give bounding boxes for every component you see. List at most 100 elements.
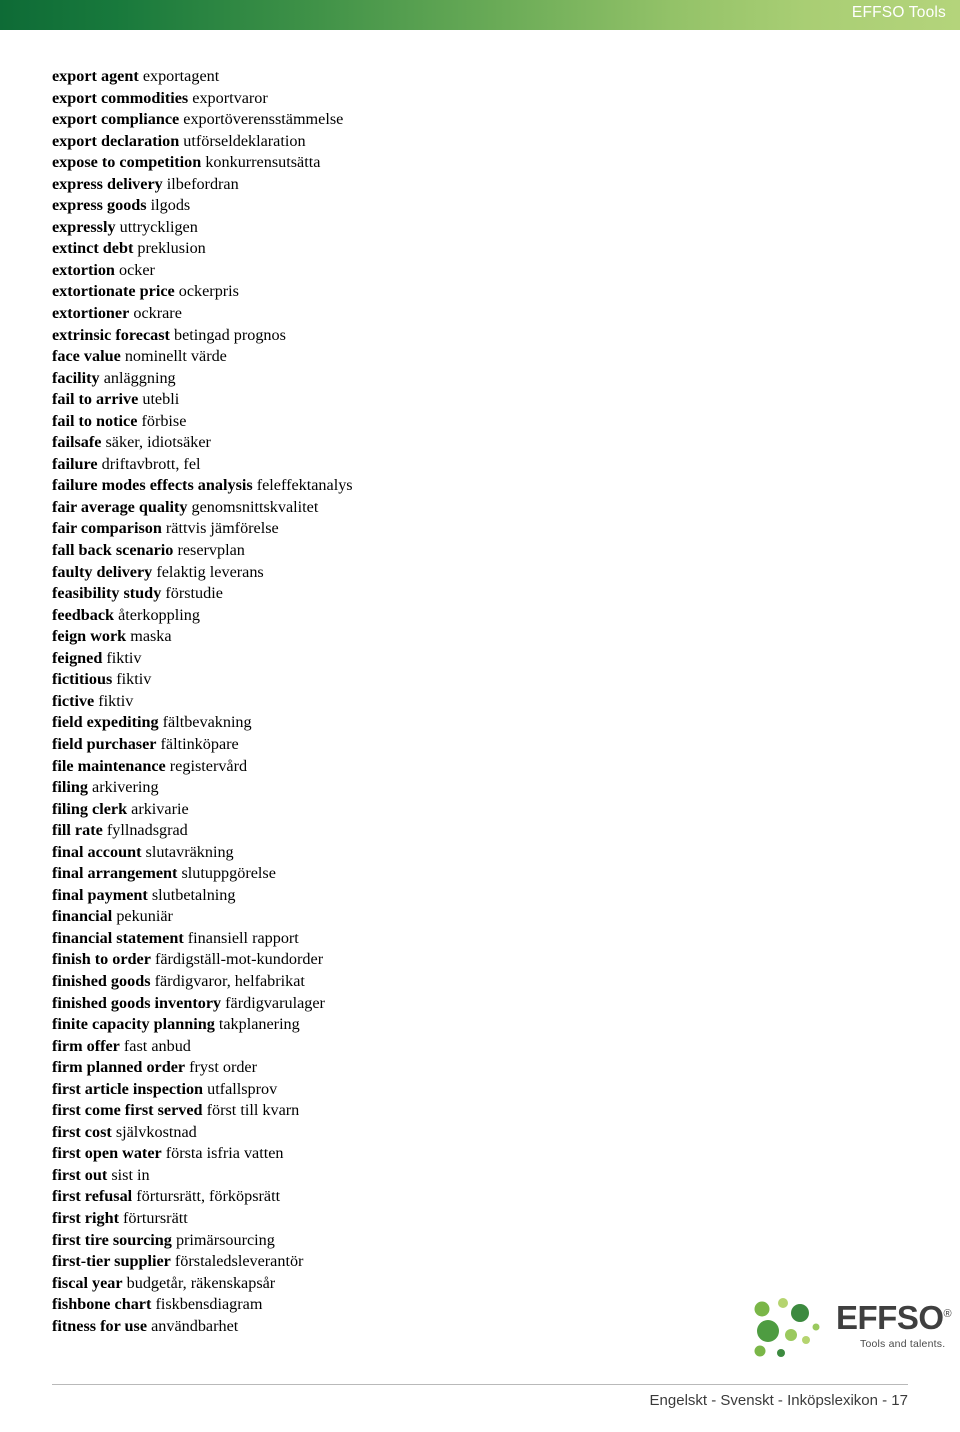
effso-logo: EFFSO® Tools and talents. — [748, 1293, 952, 1363]
glossary-term: expressly — [52, 217, 116, 236]
glossary-term: failure modes effects analysis — [52, 476, 253, 495]
glossary-term: export commodities — [52, 88, 189, 107]
glossary-term: express goods — [52, 196, 147, 215]
glossary-translation: ocker — [118, 260, 155, 279]
glossary-entry: fair comparison rättvis jämförelse — [52, 518, 752, 540]
glossary-entry: feasibility study förstudie — [52, 583, 752, 605]
glossary-term: final payment — [52, 885, 148, 904]
glossary-entry: first open water första isfria vatten — [52, 1143, 752, 1165]
glossary-translation: preklusion — [137, 239, 206, 258]
glossary-term: feasibility study — [52, 584, 162, 603]
glossary-term: financial — [52, 907, 113, 926]
glossary-translation: återkoppling — [118, 605, 200, 624]
glossary-term: export compliance — [52, 110, 180, 129]
glossary-term: failsafe — [52, 433, 102, 452]
glossary-translation: budgetår, räkenskapsår — [126, 1273, 276, 1292]
glossary-term: failure — [52, 454, 98, 473]
glossary-entry: extrinsic forecast betingad prognos — [52, 325, 752, 347]
glossary-translation: användbarhet — [151, 1316, 239, 1335]
glossary-translation: maska — [130, 627, 172, 646]
glossary-entry: fiscal year budgetår, räkenskapsår — [52, 1273, 752, 1295]
glossary-term: fishbone chart — [52, 1295, 152, 1314]
glossary-term: fail to notice — [52, 411, 138, 430]
glossary-translation: färdigställ-mot-kundorder — [154, 950, 324, 969]
glossary-translation: ockrare — [133, 304, 182, 323]
glossary-translation: färdigvarulager — [225, 993, 325, 1012]
glossary-entry: financial pekuniär — [52, 906, 752, 928]
glossary-translation: först till kvarn — [206, 1101, 300, 1120]
glossary-entry: field expediting fältbevakning — [52, 712, 752, 734]
glossary-entry: fair average quality genomsnittskvalitet — [52, 497, 752, 519]
glossary-term: export declaration — [52, 131, 180, 150]
page-header-title: EFFSO Tools — [851, 4, 946, 21]
glossary-translation: sist in — [111, 1165, 150, 1184]
glossary-entry: fitness for use användbarhet — [52, 1316, 752, 1338]
glossary-translation: rättvis jämförelse — [165, 519, 279, 538]
glossary-term: feigned — [52, 648, 103, 667]
glossary-translation: fältbevakning — [162, 713, 252, 732]
glossary-translation: utförseldeklaration — [183, 131, 306, 150]
glossary-term: filing clerk — [52, 799, 128, 818]
glossary-translation: ilgods — [150, 196, 191, 215]
glossary-translation: utebli — [142, 390, 180, 409]
glossary-translation: felaktig leverans — [156, 562, 264, 581]
glossary-entry: feigned fiktiv — [52, 648, 752, 670]
glossary-entry: first refusal förtursrätt, förköpsrätt — [52, 1186, 752, 1208]
glossary-translation: förtursrätt — [123, 1208, 188, 1227]
glossary-entry: first cost självkostnad — [52, 1122, 752, 1144]
glossary-translation: fiskbensdiagram — [155, 1295, 263, 1314]
glossary-entry: fall back scenario reservplan — [52, 540, 752, 562]
glossary-term: first come first served — [52, 1101, 203, 1120]
glossary-translation: fiktiv — [116, 670, 152, 689]
glossary-term: finished goods inventory — [52, 993, 222, 1012]
glossary-translation: reservplan — [177, 541, 245, 560]
glossary-translation: slutbetalning — [151, 885, 236, 904]
glossary-term: final account — [52, 842, 142, 861]
glossary-entry: export compliance exportöverensstämmelse — [52, 109, 752, 131]
glossary-translation: ockerpris — [178, 282, 239, 301]
glossary-term: filing — [52, 778, 88, 797]
glossary-term: fill rate — [52, 821, 103, 840]
logo-dots-icon — [748, 1293, 834, 1363]
glossary-entry: extortion ocker — [52, 260, 752, 282]
glossary-translation: primärsourcing — [175, 1230, 275, 1249]
glossary-entry: extinct debt preklusion — [52, 238, 752, 260]
glossary-term: first right — [52, 1208, 119, 1227]
footer-divider — [52, 1384, 908, 1385]
glossary-translation: anläggning — [103, 368, 176, 387]
glossary-entry: finished goods färdigvaror, helfabrikat — [52, 971, 752, 993]
glossary-term: first open water — [52, 1144, 162, 1163]
glossary-entry: fishbone chart fiskbensdiagram — [52, 1294, 752, 1316]
glossary-term: file maintenance — [52, 756, 166, 775]
glossary-translation: arkivering — [92, 778, 159, 797]
glossary-term: fall back scenario — [52, 541, 174, 560]
glossary-term: feedback — [52, 605, 115, 624]
logo-registered-icon: ® — [943, 1308, 952, 1320]
glossary-entry: express goods ilgods — [52, 195, 752, 217]
glossary-translation: slutavräkning — [145, 842, 234, 861]
glossary-translation: självkostnad — [115, 1122, 197, 1141]
glossary-translation: exportöverensstämmelse — [183, 110, 344, 129]
glossary-translation: första isfria vatten — [165, 1144, 284, 1163]
glossary-translation: slutuppgörelse — [181, 864, 276, 883]
glossary-translation: ilbefordran — [166, 174, 239, 193]
glossary-entry: export commodities exportvaror — [52, 88, 752, 110]
glossary-translation: feleffektanalys — [256, 476, 353, 495]
glossary-translation: betingad prognos — [173, 325, 286, 344]
glossary-term: finite capacity planning — [52, 1015, 215, 1034]
glossary-list: export agent exportagent export commoditi… — [52, 66, 752, 1337]
glossary-entry: filing arkivering — [52, 777, 752, 799]
glossary-term: fair comparison — [52, 519, 162, 538]
glossary-term: extortionate price — [52, 282, 175, 301]
glossary-entry: facility anläggning — [52, 368, 752, 390]
glossary-translation: färdigvaror, helfabrikat — [154, 971, 305, 990]
glossary-translation: förstaledsleverantör — [174, 1252, 304, 1271]
glossary-translation: exportvaror — [192, 88, 268, 107]
glossary-translation: pekuniär — [116, 907, 173, 926]
glossary-entry: fail to notice förbise — [52, 411, 752, 433]
glossary-term: financial statement — [52, 928, 184, 947]
glossary-term: fair average quality — [52, 497, 188, 516]
glossary-entry: first out sist in — [52, 1165, 752, 1187]
glossary-entry: firm offer fast anbud — [52, 1036, 752, 1058]
glossary-entry: failure modes effects analysis feleffekt… — [52, 475, 752, 497]
